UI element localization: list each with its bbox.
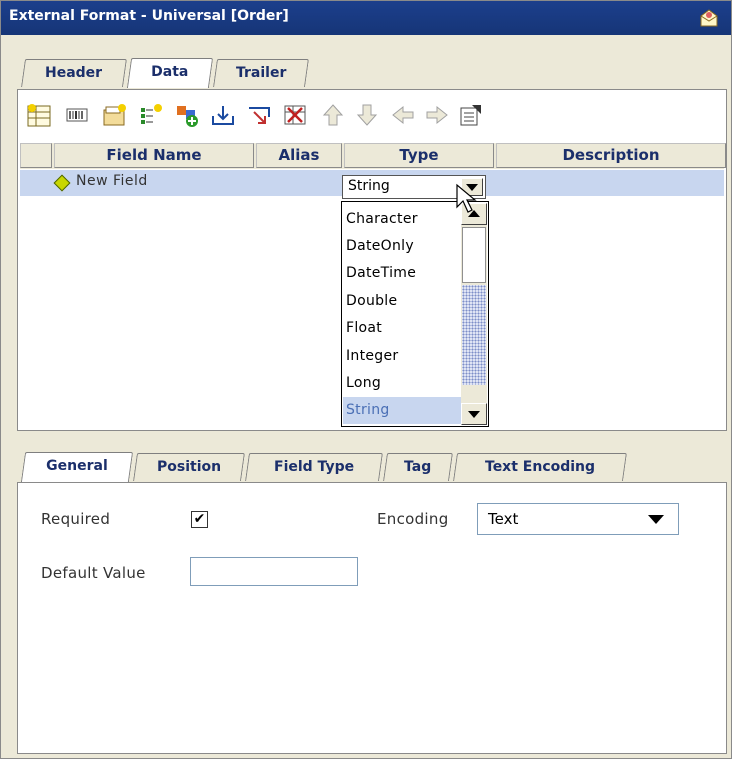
chevron-down-icon [648, 515, 664, 524]
add-field-icon[interactable] [138, 102, 164, 128]
new-record-icon[interactable] [26, 102, 52, 128]
tab-data-label: Data [151, 64, 189, 80]
mouse-cursor-icon [456, 183, 477, 213]
encoding-select[interactable]: Text [477, 503, 679, 535]
title-bar: External Format - Universal [Order] [1, 1, 731, 35]
required-checkbox[interactable]: ✔ [191, 511, 208, 528]
arrow-down-icon [468, 411, 480, 418]
list-item[interactable]: Float [343, 315, 461, 342]
encoding-select-value: Text [488, 510, 519, 528]
move-up-icon[interactable] [320, 102, 346, 128]
folder-add-icon[interactable] [102, 102, 128, 128]
tab-trailer-label: Trailer [235, 65, 287, 81]
scroll-thumb[interactable] [462, 227, 486, 283]
export-icon[interactable] [246, 102, 272, 128]
type-dropdown-list[interactable]: Character DateOnly DateTime Double Float… [341, 201, 489, 427]
tab-position-label: Position [156, 459, 222, 475]
scroll-track[interactable] [462, 285, 486, 385]
tab-header-label: Header [45, 65, 103, 81]
tab-tag[interactable]: Tag [383, 453, 453, 481]
tab-data[interactable]: Data [126, 58, 214, 88]
tab-field-type[interactable]: Field Type [245, 453, 383, 481]
list-item[interactable]: Long [343, 370, 461, 397]
tab-general[interactable]: General [20, 452, 134, 482]
list-item[interactable]: DateTime [343, 260, 461, 287]
list-item[interactable]: Character [343, 206, 461, 233]
encoding-label: Encoding [377, 510, 449, 528]
default-value-input[interactable] [190, 557, 358, 586]
import-icon[interactable] [210, 102, 236, 128]
toolbar [18, 90, 726, 140]
list-item[interactable]: Integer [343, 343, 461, 370]
tab-position[interactable]: Position [133, 453, 245, 481]
tab-text-encoding-label: Text Encoding [484, 459, 596, 475]
tab-field-type-label: Field Type [273, 459, 355, 475]
list-item-selected[interactable]: String [343, 397, 461, 424]
field-name-cell[interactable]: New Field [76, 173, 148, 189]
window-title: External Format - Universal [Order] [9, 8, 289, 24]
list-item[interactable]: DateOnly [343, 233, 461, 260]
type-select-value: String [348, 178, 390, 194]
move-left-icon[interactable] [390, 102, 416, 128]
tab-text-encoding[interactable]: Text Encoding [453, 453, 627, 481]
row-selector-header [20, 143, 52, 168]
tab-tag-label: Tag [404, 459, 432, 475]
default-value-label: Default Value [41, 564, 146, 582]
tab-header[interactable]: Header [21, 59, 127, 87]
column-field-name[interactable]: Field Name [54, 143, 254, 168]
tab-general-label: General [46, 458, 108, 474]
list-item[interactable]: Double [343, 288, 461, 315]
external-format-window: External Format - Universal [Order] Head… [0, 0, 732, 759]
envelope-icon[interactable] [699, 8, 719, 28]
column-description[interactable]: Description [496, 143, 726, 168]
barcode-icon[interactable] [64, 102, 90, 128]
properties-icon[interactable] [458, 102, 484, 128]
required-label: Required [41, 510, 111, 528]
tab-trailer[interactable]: Trailer [213, 59, 309, 87]
dropdown-scrollbar[interactable] [461, 203, 487, 425]
scroll-down-button[interactable] [461, 403, 487, 425]
column-type[interactable]: Type [344, 143, 494, 168]
move-down-icon[interactable] [354, 102, 380, 128]
grid-header: Field Name Alias Type Description [20, 143, 726, 169]
delete-icon[interactable] [282, 102, 308, 128]
field-diamond-icon [53, 174, 71, 192]
column-alias[interactable]: Alias [256, 143, 342, 168]
add-group-icon[interactable] [174, 102, 200, 128]
move-right-icon[interactable] [424, 102, 450, 128]
